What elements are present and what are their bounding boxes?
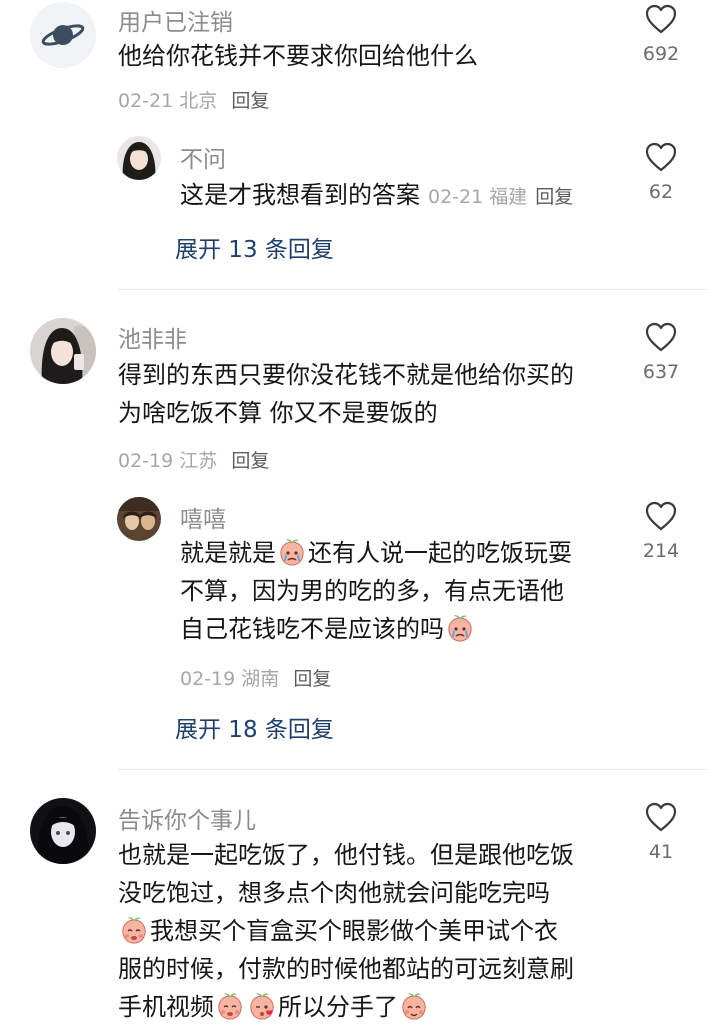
shy-peach-emoji: [215, 991, 245, 1021]
avatar[interactable]: [117, 497, 161, 541]
comment-text-line: 得到的东西只要你没花钱不就是他给你买的: [118, 361, 574, 389]
like-button[interactable]: 637: [631, 322, 691, 383]
crying-peach-emoji: [399, 991, 429, 1021]
reply-button[interactable]: 回复: [535, 186, 573, 208]
crying-peach-emoji: [277, 537, 307, 567]
like-button[interactable]: 214: [631, 501, 691, 562]
like-button[interactable]: 62: [631, 142, 691, 203]
comment-date: 02-19: [118, 450, 174, 472]
comment-text: 他给你花钱并不要求你回给他什么: [118, 42, 478, 70]
reply-text-segment: 不算，因为男的吃的多，有点无语他: [180, 577, 564, 605]
expand-replies-button[interactable]: 展开 18 条回复: [175, 710, 334, 744]
reply-meta: 02-19 湖南 回复: [180, 664, 331, 691]
avatar-image: [30, 798, 96, 864]
reply-button[interactable]: 回复: [293, 668, 331, 690]
reply-button[interactable]: 回复: [231, 450, 269, 472]
comment-author[interactable]: 池非非: [118, 320, 187, 354]
reply-text: 这是才我想看到的答案 02-21 福建 回复: [180, 176, 573, 216]
like-button[interactable]: 692: [631, 4, 691, 65]
avatar-image: [30, 318, 96, 384]
reply-text-segment: 自己花钱吃不是应该的吗: [180, 615, 444, 643]
avatar[interactable]: [30, 798, 96, 864]
reply-button[interactable]: 回复: [231, 90, 269, 112]
comment-author[interactable]: 告诉你个事儿: [118, 801, 256, 835]
like-count: 692: [642, 43, 680, 65]
divider: [118, 289, 708, 290]
comment-text-segment: 所以分手了: [278, 993, 398, 1021]
avatar[interactable]: [117, 136, 161, 180]
crying-peach-emoji: [445, 613, 475, 643]
avatar[interactable]: [30, 2, 96, 68]
comment-text-segment: 服的时候，付款的时候他都站的可远刻意刷: [118, 955, 574, 983]
expand-replies-button[interactable]: 展开 13 条回复: [175, 230, 334, 264]
comment-meta: 02-21 北京 回复: [118, 86, 269, 113]
like-button[interactable]: 41: [631, 802, 691, 863]
like-count: 41: [648, 841, 674, 863]
comment-author[interactable]: 用户已注销: [118, 3, 233, 37]
heart-outline-icon: [645, 501, 677, 531]
comment-location: 北京: [179, 90, 218, 112]
avatar-image: [117, 136, 161, 180]
like-count: 62: [648, 181, 674, 203]
comment-text: 也就是一起吃饭了，他付钱。但是跟他吃饭 没吃饱过，想多点个肉他就会问能吃完吗 我…: [118, 836, 618, 1026]
reply-location: 湖南: [241, 668, 280, 690]
reply-date: 02-21: [428, 186, 484, 208]
reply-meta: 02-21 福建 回复: [428, 186, 573, 208]
comment-text: 得到的东西只要你没花钱不就是他给你买的 为啥吃饭不算 你又不是要饭的: [118, 356, 574, 432]
like-count: 214: [642, 540, 680, 562]
reply-date: 02-19: [180, 668, 236, 690]
kissing-peach-emoji: [247, 991, 277, 1021]
planet-icon: [31, 3, 95, 67]
comment-text-segment: 也就是一起吃饭了，他付钱。但是跟他吃饭: [118, 841, 574, 869]
avatar-image: [117, 497, 161, 541]
reply-author[interactable]: 嘻嘻: [180, 500, 226, 534]
divider: [118, 769, 708, 770]
reply-text-content: 这是才我想看到的答案: [180, 181, 420, 209]
reply-text-segment: 就是就是: [180, 539, 276, 567]
reply-location: 福建: [489, 186, 528, 208]
avatar[interactable]: [30, 318, 96, 384]
like-count: 637: [642, 361, 680, 383]
reply-author[interactable]: 不问: [180, 140, 226, 174]
comment-text-segment: 我想买个盲盒买个眼影做个美甲试个衣: [150, 917, 558, 945]
comment-text-segment: 没吃饱过，想多点个肉他就会问能吃完吗: [118, 879, 550, 907]
shy-peach-emoji: [119, 915, 149, 945]
comment-location: 江苏: [179, 450, 218, 472]
comment-date: 02-21: [118, 90, 174, 112]
reply-text-segment: 还有人说一起的吃饭玩耍: [308, 539, 572, 567]
heart-outline-icon: [645, 802, 677, 832]
comment-text-line: 为啥吃饭不算 你又不是要饭的: [118, 399, 438, 427]
comment-text-segment: 手机视频: [118, 993, 214, 1021]
comment-meta: 02-19 江苏 回复: [118, 446, 269, 473]
heart-outline-icon: [645, 4, 677, 34]
heart-outline-icon: [645, 142, 677, 172]
reply-text: 就是就是 还有人说一起的吃饭玩耍 不算，因为男的吃的多，有点无语他 自己花钱吃不是…: [180, 534, 610, 648]
heart-outline-icon: [645, 322, 677, 352]
